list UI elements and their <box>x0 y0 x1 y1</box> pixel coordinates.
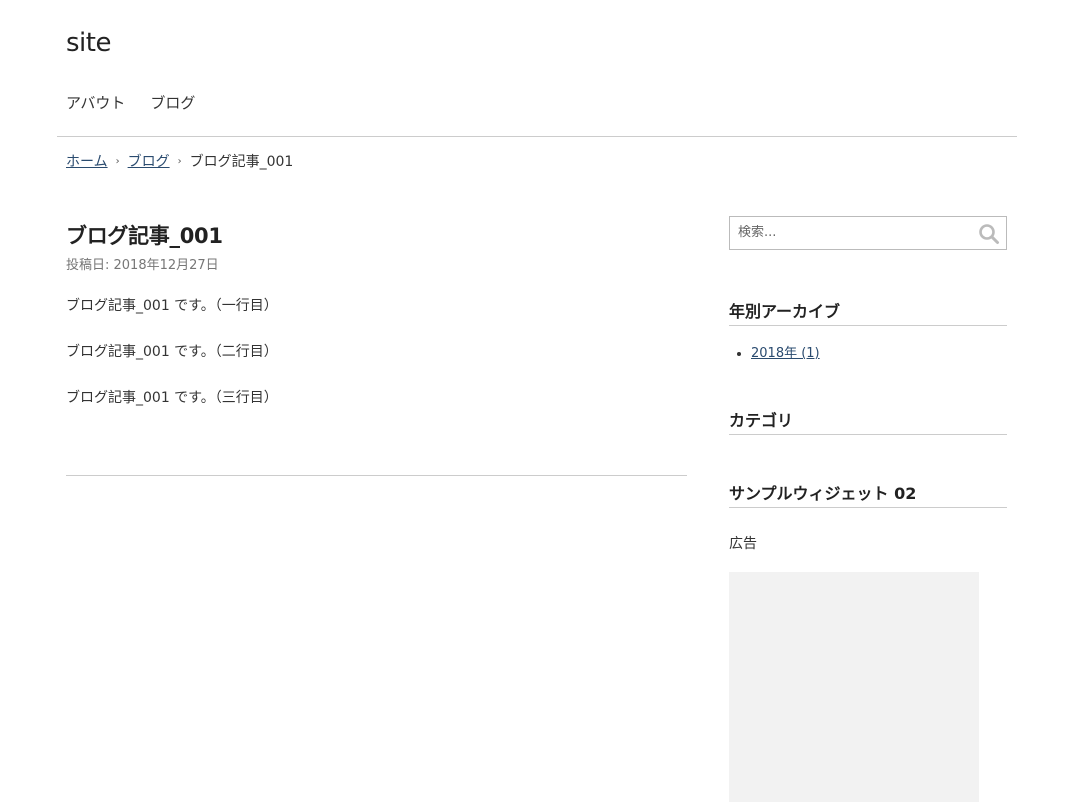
breadcrumb-current: ブログ記事_001 <box>189 154 294 170</box>
post-article: ブログ記事_001 投稿日: 2018年12月27日 ブログ記事_001 です。… <box>66 220 687 433</box>
archive-list-item: 2018年 (1) <box>751 342 1007 361</box>
search-input[interactable] <box>738 225 968 240</box>
post-title: ブログ記事_001 <box>66 224 223 248</box>
breadcrumb-separator: › <box>115 155 120 167</box>
post-date: 投稿日: 2018年12月27日 <box>66 258 219 273</box>
breadcrumb-blog-link[interactable]: ブログ <box>128 151 170 171</box>
nav-item-about[interactable]: アバウト <box>66 92 125 113</box>
sample-widget: サンプルウィジェット 02 広告 <box>729 480 1007 553</box>
archive-widget: 年別アーカイブ 2018年 (1) <box>729 298 1007 361</box>
category-widget-title: カテゴリ <box>729 407 1007 435</box>
sidebar: 年別アーカイブ 2018年 (1) カテゴリ サンプルウィジェット 02 広告 <box>729 216 1007 802</box>
post-paragraph: ブログ記事_001 です。（一行目） <box>66 298 278 314</box>
archive-list: 2018年 (1) <box>729 342 1007 361</box>
post-paragraph: ブログ記事_001 です。（三行目） <box>66 390 278 406</box>
header-divider <box>57 136 1017 137</box>
breadcrumb-home-link[interactable]: ホーム <box>66 151 108 171</box>
sample-widget-title: サンプルウィジェット 02 <box>729 480 1007 508</box>
site-header: site アバウト ブログ <box>0 0 1074 137</box>
nav-item-blog[interactable]: ブログ <box>150 92 195 113</box>
ad-placeholder[interactable] <box>729 572 979 802</box>
breadcrumb: ホーム › ブログ › ブログ記事_001 <box>66 151 293 171</box>
post-content: ブログ記事_001 です。（一行目） ブログ記事_001 です。（二行目） ブロ… <box>66 295 687 407</box>
breadcrumb-separator: › <box>177 155 182 167</box>
category-widget: カテゴリ <box>729 407 1007 435</box>
site-title-link[interactable]: site <box>66 28 111 58</box>
archive-widget-title: 年別アーカイブ <box>729 298 1007 326</box>
post-paragraph: ブログ記事_001 です。（二行目） <box>66 344 278 360</box>
ad-label: 広告 <box>729 536 757 552</box>
post-divider <box>66 475 687 476</box>
search-form <box>729 216 1007 250</box>
main-nav: アバウト ブログ <box>66 92 195 113</box>
archive-link-2018[interactable]: 2018年 (1) <box>751 346 820 361</box>
search-icon[interactable] <box>978 223 1000 245</box>
